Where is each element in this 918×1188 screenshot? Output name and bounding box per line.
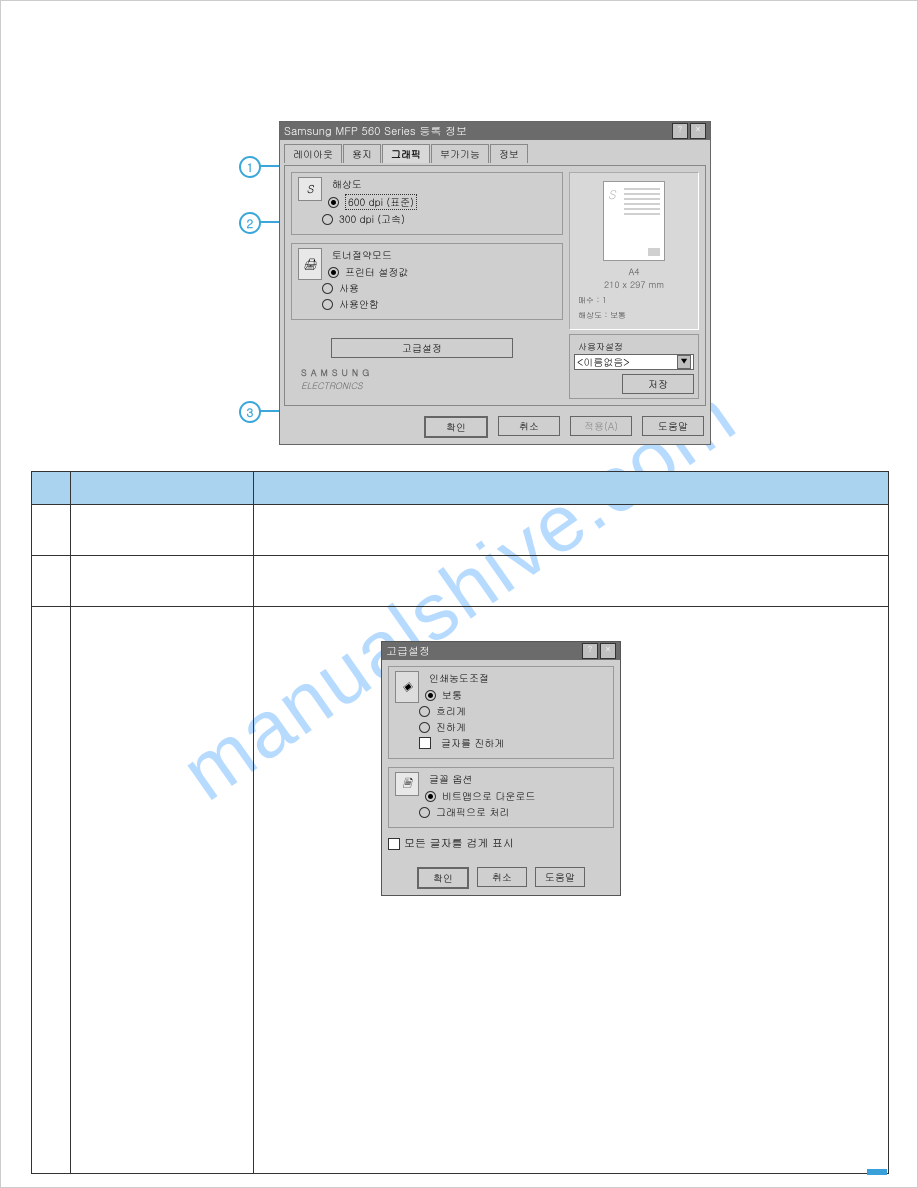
- tab-layout[interactable]: 레이아웃: [284, 144, 342, 163]
- save-button[interactable]: 저장: [622, 374, 694, 394]
- page: manualshive.com 1 2 3 Samsung MFP 560 Se…: [0, 0, 918, 1188]
- resolution-group: 해상도 S 600 dpi (표준) 300 dpi (고속): [291, 172, 563, 235]
- printer-icon: 🖨: [298, 248, 322, 280]
- copies-info: 매수 : 1: [578, 295, 690, 306]
- radio-dark[interactable]: 진하게: [419, 720, 607, 734]
- toner-save-group: 토너절약모드 🖨 프린터 설정값 사용 사용안함: [291, 243, 563, 320]
- help-button[interactable]: 도움말: [642, 416, 704, 436]
- titlebar2[interactable]: 고급설정 ? ×: [382, 642, 620, 660]
- tab-graphic[interactable]: 그래픽: [382, 144, 430, 163]
- callout-1: 1: [239, 156, 261, 178]
- help-button[interactable]: 도움말: [535, 867, 585, 887]
- resolution-legend: 해상도: [328, 177, 366, 191]
- tab-extra[interactable]: 부가기능: [431, 144, 489, 163]
- radio-bitmap[interactable]: 비트맵으로 다운로드: [425, 789, 607, 803]
- check-text-dark[interactable]: 글자를 진하게: [419, 736, 607, 750]
- radio-graphic[interactable]: 그래픽으로 처리: [419, 805, 607, 819]
- print-properties-dialog: Samsung MFP 560 Series 등록 정보 ? × 레이아웃 용지…: [279, 121, 711, 445]
- tab-info[interactable]: 정보: [490, 144, 528, 163]
- dialog-title: Samsung MFP 560 Series 등록 정보: [284, 124, 467, 139]
- th-item: [71, 472, 254, 505]
- user-settings-group: 사용자설정 <이름없음> ▼ 저장: [569, 334, 699, 399]
- cell: [254, 505, 889, 556]
- resolution-icon: S: [298, 177, 322, 201]
- paper-size: 210 x 297 mm: [578, 278, 690, 291]
- preview-pane: S A4 210 x 297 mm 매수 : 1 해상도 : 보통: [569, 172, 699, 330]
- toner-legend: 토너절약모드: [328, 248, 396, 262]
- cancel-button[interactable]: 취소: [477, 867, 527, 887]
- cell: [71, 607, 254, 1174]
- checkbox-icon: [419, 737, 431, 749]
- help-button[interactable]: ?: [672, 123, 688, 139]
- cell: [71, 556, 254, 607]
- radio-on[interactable]: 사용: [322, 281, 556, 295]
- paper-preview-icon: S: [603, 181, 665, 261]
- radio-indicator-icon: [419, 722, 430, 733]
- radio-indicator-icon: [322, 214, 333, 225]
- radio-indicator-icon: [328, 197, 339, 208]
- radio-off[interactable]: 사용안함: [322, 297, 556, 311]
- close-button[interactable]: ×: [690, 123, 706, 139]
- advanced-button[interactable]: 고급설정: [331, 338, 513, 358]
- checkbox-icon: [388, 838, 400, 850]
- font-legend: 글꼴 옵션: [425, 772, 476, 786]
- callout-3: 3: [239, 401, 261, 423]
- ok-button[interactable]: 확인: [417, 867, 469, 889]
- advanced-dialog: 고급설정 ? × 인쇄농도조절 ◈ 보통 흐리게 진하게 글자를 진하게 글꼴 …: [381, 641, 621, 896]
- dialog2-buttons: 확인 취소 도움말: [382, 861, 620, 895]
- radio-indicator-icon: [419, 807, 430, 818]
- radio-normal[interactable]: 보통: [425, 688, 607, 702]
- radio-indicator-icon: [322, 299, 333, 310]
- brand-logo: SAMSUNGELECTRONICS: [301, 366, 451, 386]
- cancel-button[interactable]: 취소: [498, 416, 560, 436]
- th-desc: [254, 472, 889, 505]
- radio-light[interactable]: 흐리게: [419, 704, 607, 718]
- dialog-buttons: 확인 취소 적용(A) 도움말: [280, 410, 710, 444]
- dialog2-title: 고급설정: [386, 644, 430, 659]
- page-marker: [867, 1169, 887, 1175]
- cell: [32, 505, 71, 556]
- apply-button[interactable]: 적용(A): [570, 416, 632, 436]
- ok-button[interactable]: 확인: [424, 416, 488, 438]
- close-button[interactable]: ×: [600, 643, 616, 659]
- callout-2: 2: [239, 212, 261, 234]
- radio-indicator-icon: [425, 690, 436, 701]
- titlebar[interactable]: Samsung MFP 560 Series 등록 정보 ? ×: [280, 122, 710, 140]
- cell: [32, 556, 71, 607]
- chevron-down-icon: ▼: [677, 355, 691, 369]
- paper-name: A4: [578, 265, 690, 278]
- preset-combo[interactable]: <이름없음> ▼: [574, 354, 694, 370]
- darkness-group: 인쇄농도조절 ◈ 보통 흐리게 진하게 글자를 진하게: [388, 666, 614, 759]
- radio-indicator-icon: [425, 791, 436, 802]
- radio-indicator-icon: [322, 283, 333, 294]
- th-num: [32, 472, 71, 505]
- tabs: 레이아웃 용지 그래픽 부가기능 정보: [284, 144, 706, 163]
- darkness-legend: 인쇄농도조절: [425, 671, 493, 685]
- radio-indicator-icon: [328, 267, 339, 278]
- cell: [32, 607, 71, 1174]
- darkness-icon: ◈: [395, 671, 419, 703]
- tab-paper[interactable]: 용지: [343, 144, 381, 163]
- res-info: 해상도 : 보통: [578, 310, 690, 321]
- radio-600dpi[interactable]: 600 dpi (표준): [328, 194, 556, 210]
- font-icon: 🗎: [395, 772, 419, 796]
- radio-indicator-icon: [419, 706, 430, 717]
- radio-300dpi[interactable]: 300 dpi (고속): [322, 212, 556, 226]
- panel: 해상도 S 600 dpi (표준) 300 dpi (고속) 토너절약모드 🖨…: [284, 165, 706, 406]
- userset-legend: 사용자설정: [574, 340, 627, 353]
- cell: [254, 556, 889, 607]
- cell: [71, 505, 254, 556]
- check-all-black[interactable]: 모든 글자를 검게 표시: [388, 836, 614, 851]
- radio-printer-setting[interactable]: 프린터 설정값: [328, 265, 556, 279]
- font-group: 글꼴 옵션 🗎 비트맵으로 다운로드 그래픽으로 처리: [388, 767, 614, 828]
- help-button[interactable]: ?: [582, 643, 598, 659]
